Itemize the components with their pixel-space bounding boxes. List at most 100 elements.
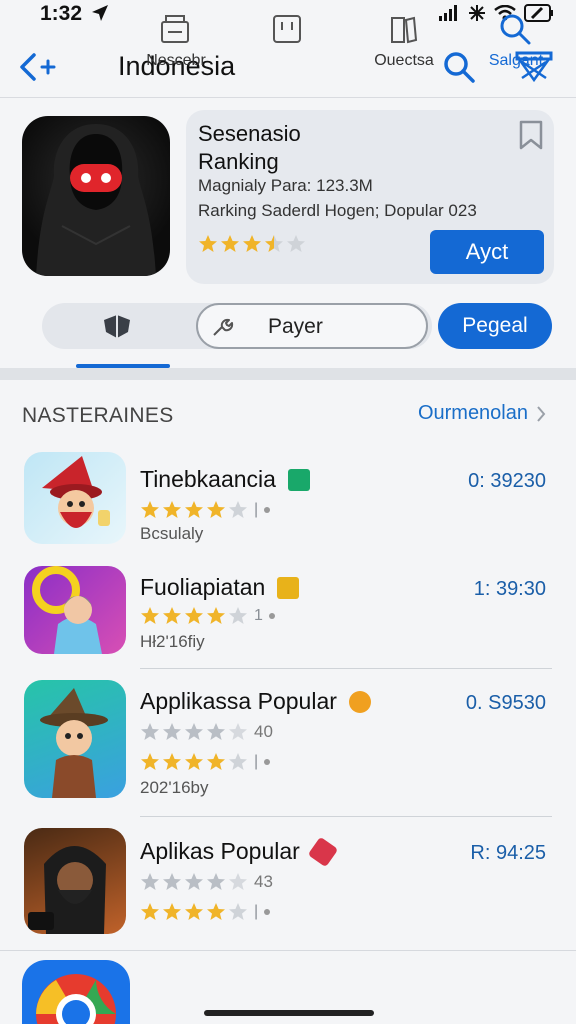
star-icon — [163, 501, 181, 518]
star-icon — [207, 607, 225, 624]
home-indicator — [204, 1010, 374, 1016]
app-rating: 1 — [140, 606, 275, 626]
app-extra-stars — [140, 722, 248, 742]
section-heading: NASTERAINES — [22, 404, 174, 427]
app-subtitle: Bcsulaly — [140, 524, 204, 543]
featured-app-title: Sesenasio Ranking — [198, 121, 301, 174]
app-rating: | — [140, 902, 271, 922]
star-icon — [207, 753, 225, 770]
app-rating: | — [140, 752, 271, 772]
tab-label: Ouectsa — [374, 52, 434, 69]
star-icon — [185, 753, 203, 770]
bookmark-icon[interactable] — [518, 120, 544, 150]
segment-shield[interactable] — [42, 303, 192, 349]
chevron-right-icon — [537, 405, 546, 422]
adventurer-character-icon — [40, 688, 108, 798]
featured-app-meta: Magnialy Para: 123.3M — [198, 176, 373, 195]
portrait-character-icon — [32, 566, 102, 654]
app-icon-adventurer[interactable] — [24, 680, 126, 798]
star-icon — [141, 753, 159, 770]
wrench-icon — [213, 318, 234, 336]
tab-ouectsa[interactable]: Ouectsa — [354, 8, 454, 72]
featured-app-card[interactable]: Sesenasio Ranking Magnialy Para: 123.3M … — [186, 110, 554, 284]
browser-icon — [36, 974, 116, 1024]
star-icon — [185, 607, 203, 624]
app-badge-icon — [307, 836, 339, 867]
status-time: 1:32 — [40, 2, 83, 25]
app-title-text: Aplikas Popular — [140, 838, 300, 864]
app-subtitle: 202'16by — [140, 778, 209, 797]
see-all-link[interactable]: Ourmenolan — [418, 402, 546, 425]
star-icon — [163, 753, 181, 770]
rating-dot — [264, 759, 271, 765]
calendar-icon — [273, 15, 301, 43]
location-arrow-icon — [92, 5, 108, 21]
app-value: 0. S9530 — [465, 692, 546, 714]
star-icon — [163, 723, 181, 740]
star-icon — [185, 903, 203, 920]
app-title: Aplikas Popular — [140, 836, 339, 867]
app-badge-icon — [277, 576, 300, 599]
app-extra-stars — [140, 872, 248, 892]
row-divider — [140, 668, 552, 669]
tab-nescebr[interactable]: Nescebr — [126, 8, 226, 72]
app-rating-stars — [140, 752, 248, 772]
app-icon-warrior[interactable] — [24, 828, 126, 934]
star-icon — [207, 903, 225, 920]
star-icon — [199, 235, 217, 252]
app-rating: | — [140, 500, 271, 520]
star-icon — [229, 501, 247, 518]
segment-payer[interactable]: Payer — [196, 303, 428, 349]
star-icon — [185, 501, 203, 518]
app-title-text: Tinebkaancia — [140, 466, 276, 492]
storefront-icon — [161, 15, 189, 43]
app-title: Tinebkaancia — [140, 466, 310, 493]
star-icon — [141, 607, 159, 624]
app-title: Fuoliapiatan — [140, 574, 300, 601]
app-icon-wizard[interactable] — [24, 452, 126, 544]
books-icon — [391, 16, 418, 44]
section-divider — [0, 368, 576, 380]
star-icon — [163, 903, 181, 920]
app-title: Applikassa Popular — [140, 688, 371, 715]
star-icon — [207, 873, 225, 890]
star-icon — [185, 723, 203, 740]
star-icon — [141, 501, 159, 518]
star-icon — [207, 501, 225, 518]
app-extra-count: 40 — [254, 722, 273, 741]
tab-label: Salgant — [488, 52, 544, 69]
star-icon — [163, 873, 181, 890]
app-badge-icon — [287, 468, 310, 491]
star-icon — [141, 873, 159, 890]
app-title-text: Fuoliapiatan — [140, 574, 266, 600]
browser-app-icon[interactable] — [22, 960, 130, 1024]
app-icon-portrait[interactable] — [24, 566, 126, 654]
featured-app-icon[interactable] — [22, 116, 170, 276]
rating-separator: | — [254, 501, 259, 518]
rating-separator: | — [254, 753, 259, 770]
segment-primary-button[interactable]: Pegeal — [438, 303, 552, 349]
star-icon — [287, 235, 305, 252]
warrior-character-icon — [28, 846, 106, 934]
app-value: R: 94:25 — [470, 842, 546, 864]
star-icon — [221, 235, 239, 252]
featured-app-meta-secondary: Rarking Saderdl Hogen; Dopular 023 — [198, 201, 477, 220]
app-subtitle: Hł2'16fiy — [140, 632, 205, 651]
star-icon — [265, 235, 283, 252]
star-icon — [243, 235, 261, 252]
star-icon — [229, 607, 247, 624]
tab-salgant[interactable]: Salgant — [466, 8, 566, 72]
star-icon — [207, 723, 225, 740]
rating-dot — [268, 613, 275, 619]
rating-dot — [264, 507, 271, 513]
app-value: 0: 39230 — [468, 470, 546, 492]
star-icon — [229, 903, 247, 920]
tab-label: Nescebr — [146, 52, 206, 69]
star-icon — [229, 753, 247, 770]
hooded-figure-icon — [36, 124, 156, 276]
back-icon[interactable] — [18, 50, 58, 84]
get-button[interactable]: Ayct — [430, 230, 544, 274]
star-icon — [229, 723, 247, 740]
featured-app-rating — [198, 234, 306, 254]
tab-calendar[interactable] — [238, 8, 338, 72]
